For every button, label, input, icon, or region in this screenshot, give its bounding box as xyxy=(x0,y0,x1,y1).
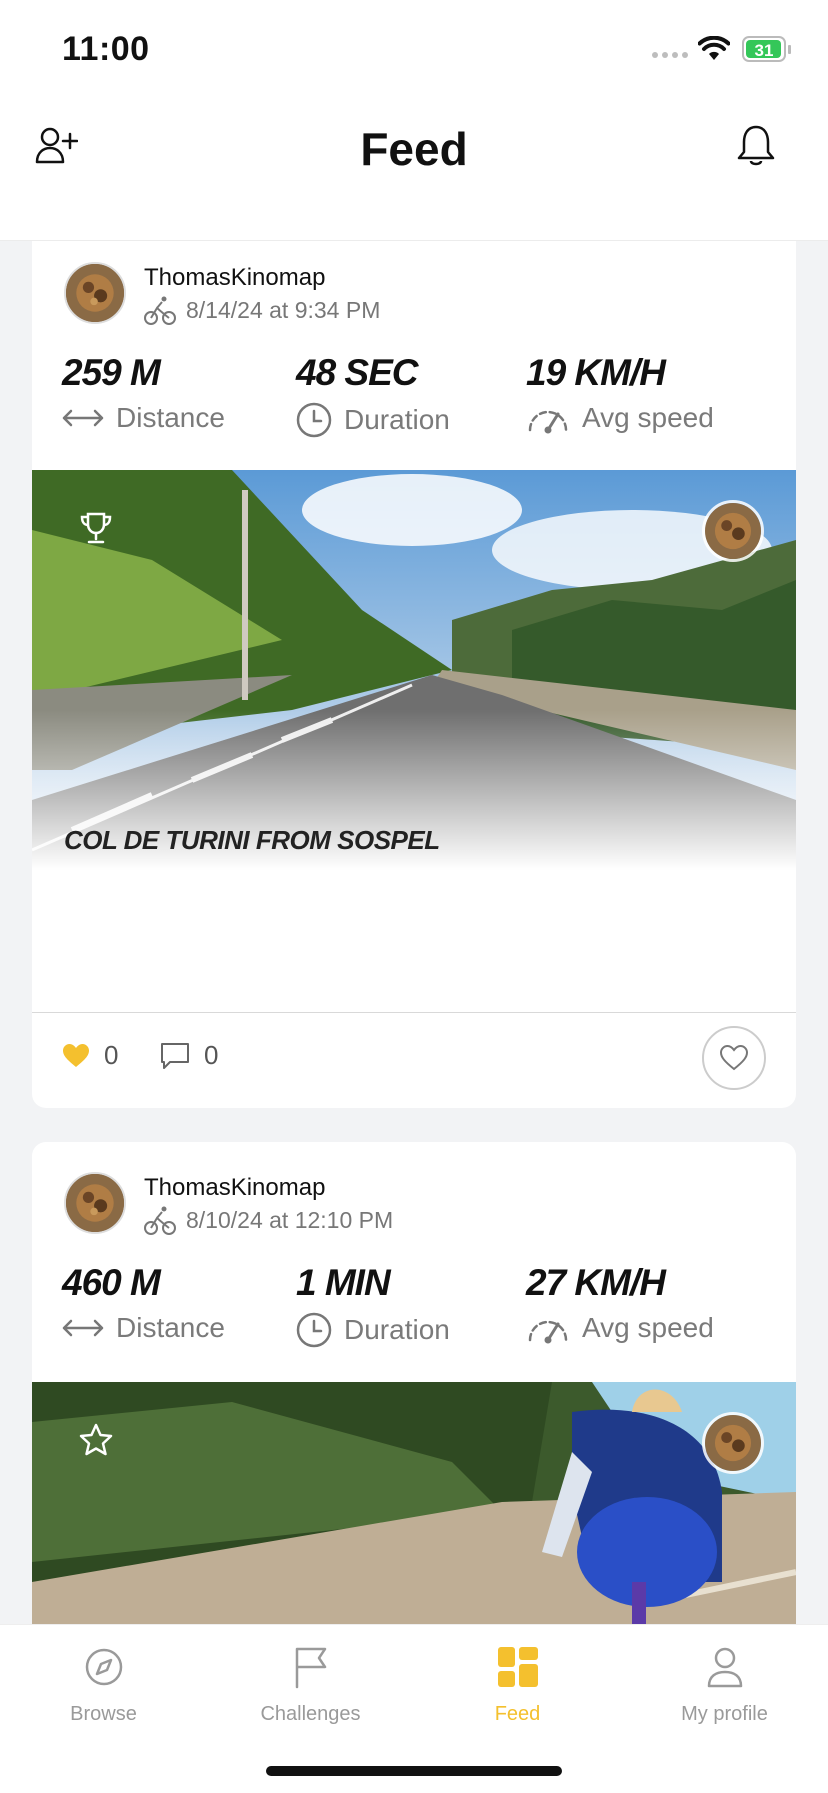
stat-value: 259 M xyxy=(62,352,161,393)
stat-value: 460 M xyxy=(62,1262,161,1303)
tab-feed[interactable]: Feed xyxy=(414,1643,621,1726)
battery-level: 31 xyxy=(754,41,774,60)
header-backdrop: Feed xyxy=(0,100,828,241)
stat-avg-speed: 27 KM/H Avg speed xyxy=(526,1262,714,1344)
tab-label: Challenges xyxy=(260,1703,361,1725)
feed-post[interactable]: ThomasKinomap 8/10/24 at 12:10 PM 460 M … xyxy=(32,1142,796,1642)
stat-label: Distance xyxy=(116,402,225,433)
stat-label: Avg speed xyxy=(582,1312,714,1343)
stat-value: 1 MIN xyxy=(296,1262,391,1303)
compass-icon xyxy=(85,1648,122,1686)
post-date-text: 8/10/24 at 12:10 PM xyxy=(186,1206,394,1233)
person-icon xyxy=(707,1647,742,1688)
bike-icon xyxy=(144,1206,176,1235)
comment-icon xyxy=(161,1042,189,1069)
tab-label: Browse xyxy=(70,1703,137,1725)
stat-duration: 48 SEC Duration xyxy=(296,352,450,438)
distance-arrows-icon xyxy=(62,1319,104,1337)
photo-user-avatar xyxy=(702,1412,764,1474)
stat-value: 48 SEC xyxy=(296,352,419,393)
post-username[interactable]: ThomasKinomap xyxy=(144,1174,325,1202)
status-time: 11:00 xyxy=(62,30,150,68)
status-bar: 11:00 31 xyxy=(0,0,828,100)
post-date: 8/14/24 at 9:34 PM xyxy=(144,294,380,326)
tab-browse[interactable]: Browse xyxy=(0,1643,207,1726)
tab-challenges[interactable]: Challenges xyxy=(207,1643,414,1726)
route-preview-image[interactable] xyxy=(32,1382,796,1642)
star-icon xyxy=(79,1423,113,1456)
tab-label: Feed xyxy=(494,1703,541,1725)
notifications-bell-icon[interactable] xyxy=(734,122,778,168)
photo-user-avatar xyxy=(702,500,764,562)
stat-label: Distance xyxy=(116,1312,225,1343)
clock-icon xyxy=(296,402,332,438)
comments-number: 0 xyxy=(204,1040,219,1070)
wifi-icon xyxy=(698,36,730,60)
grid-icon xyxy=(497,1647,538,1687)
stat-value: 27 KM/H xyxy=(526,1262,666,1303)
divider xyxy=(32,1012,796,1013)
trophy-icon xyxy=(80,512,112,544)
tab-my-profile[interactable]: My profile xyxy=(621,1643,828,1726)
stat-avg-speed: 19 KM/H Avg speed xyxy=(526,352,714,434)
post-username[interactable]: ThomasKinomap xyxy=(144,264,325,292)
stat-label: Duration xyxy=(344,1314,450,1345)
post-date: 8/10/24 at 12:10 PM xyxy=(144,1204,393,1236)
stat-label: Duration xyxy=(344,404,450,435)
page-title: Feed xyxy=(360,123,468,175)
clock-icon xyxy=(296,1312,332,1348)
like-button[interactable] xyxy=(702,1026,766,1090)
battery-icon: 31 xyxy=(742,36,786,62)
likes-count[interactable]: 0 xyxy=(62,1040,118,1071)
flag-icon xyxy=(295,1647,326,1689)
stat-distance: 259 M Distance xyxy=(62,352,225,434)
route-title[interactable]: COL DE TURINI FROM SOSPEL xyxy=(64,825,440,856)
bike-icon xyxy=(144,296,176,325)
comments-count[interactable]: 0 xyxy=(160,1040,218,1071)
likes-number: 0 xyxy=(104,1040,119,1070)
stat-duration: 1 MIN Duration xyxy=(296,1262,450,1348)
distance-arrows-icon xyxy=(62,409,104,427)
post-date-text: 8/14/24 at 9:34 PM xyxy=(186,296,381,323)
home-indicator xyxy=(266,1766,562,1776)
cellular-signal-icon xyxy=(652,52,688,58)
heart-outline-icon xyxy=(720,1045,748,1071)
stat-value: 19 KM/H xyxy=(526,352,666,393)
tab-label: My profile xyxy=(681,1703,768,1725)
speedometer-icon xyxy=(528,1320,568,1344)
user-avatar[interactable] xyxy=(64,262,126,324)
user-avatar[interactable] xyxy=(64,1172,126,1234)
stat-label: Avg speed xyxy=(582,402,714,433)
route-preview-image[interactable] xyxy=(32,470,796,870)
heart-filled-icon xyxy=(63,1043,89,1067)
stat-distance: 460 M Distance xyxy=(62,1262,225,1344)
feed-post[interactable]: ThomasKinomap 8/14/24 at 9:34 PM 259 M D… xyxy=(32,200,796,1108)
speedometer-icon xyxy=(528,410,568,434)
